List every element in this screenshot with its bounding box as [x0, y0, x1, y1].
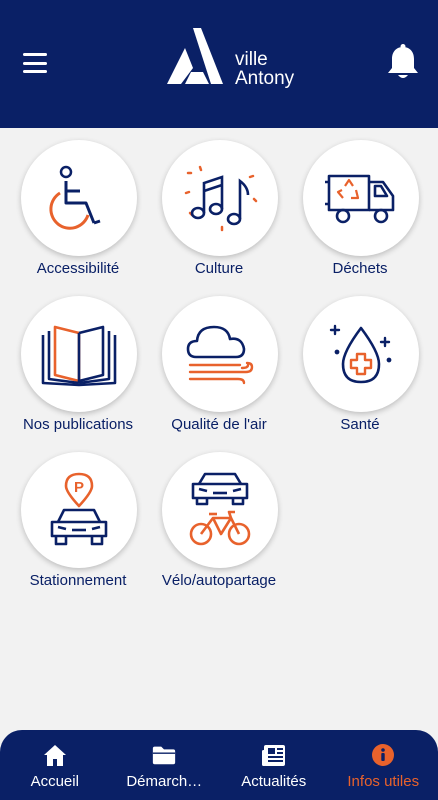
svg-text:P: P	[74, 479, 84, 496]
tile-label: Accessibilité	[36, 260, 120, 277]
tile-circle	[162, 140, 278, 256]
tile-label: Déchets	[332, 260, 388, 277]
tile-dechets[interactable]: Déchets	[290, 128, 430, 278]
logo-text: ville Antony	[235, 50, 294, 88]
tile-circle	[162, 452, 278, 568]
car-bike-icon	[189, 472, 251, 546]
tile-circle	[303, 140, 419, 256]
open-book-icon	[41, 325, 117, 387]
tile-label: Nos publications	[22, 416, 134, 433]
parking-car-icon: P	[50, 472, 108, 546]
tab-actualites[interactable]: Actualités	[219, 730, 329, 800]
tile-circle	[21, 296, 137, 412]
tile-culture[interactable]: Culture	[149, 128, 289, 278]
newspaper-icon	[261, 742, 287, 768]
logo-mark-icon	[167, 28, 223, 84]
tile-label: Qualité de l'air	[171, 416, 267, 433]
tab-label: Actualités	[241, 773, 307, 790]
tile-circle	[21, 140, 137, 256]
tab-label: Accueil	[30, 773, 79, 790]
wheelchair-icon	[49, 165, 101, 230]
info-icon	[370, 742, 396, 768]
tile-stationnement[interactable]: P Stationnement	[8, 440, 148, 590]
tab-label: Démarch…	[126, 773, 203, 790]
tab-label: Infos utiles	[347, 773, 420, 790]
ville-antony-logo: ville Antony	[163, 28, 308, 90]
logo-line-antony: Antony	[235, 68, 295, 89]
garbage-truck-icon	[325, 174, 395, 224]
tab-accueil[interactable]: Accueil	[0, 730, 110, 800]
tile-label: Stationnement	[29, 572, 127, 589]
music-notes-icon	[184, 165, 258, 232]
tile-label: Santé	[340, 416, 380, 433]
hamburger-menu-icon[interactable]	[20, 50, 50, 76]
tile-qualite-air[interactable]: Qualité de l'air	[149, 284, 289, 434]
tile-sante[interactable]: Santé	[290, 284, 430, 434]
tab-infos-utiles[interactable]: Infos utiles	[329, 730, 438, 800]
tile-circle: P	[21, 452, 137, 568]
app-header: ville Antony	[0, 0, 438, 128]
tile-velo-autopartage[interactable]: Vélo/autopartage	[149, 440, 289, 590]
tab-demarches[interactable]: Démarch…	[110, 730, 220, 800]
notification-bell-icon[interactable]	[386, 44, 420, 82]
folder-icon	[151, 742, 177, 768]
tile-publications[interactable]: Nos publications	[8, 284, 148, 434]
health-drop-icon	[329, 324, 392, 384]
home-icon	[42, 742, 68, 768]
tile-accessibilite[interactable]: Accessibilité	[8, 128, 148, 278]
logo-line-ville: ville	[235, 49, 268, 70]
tile-label: Vélo/autopartage	[161, 572, 277, 589]
bottom-tab-bar: Accueil Démarch… Actualités Infos utiles	[0, 730, 438, 800]
tile-circle	[303, 296, 419, 412]
tile-label: Culture	[194, 260, 244, 277]
tile-circle	[162, 296, 278, 412]
cloud-wind-icon	[186, 325, 254, 385]
